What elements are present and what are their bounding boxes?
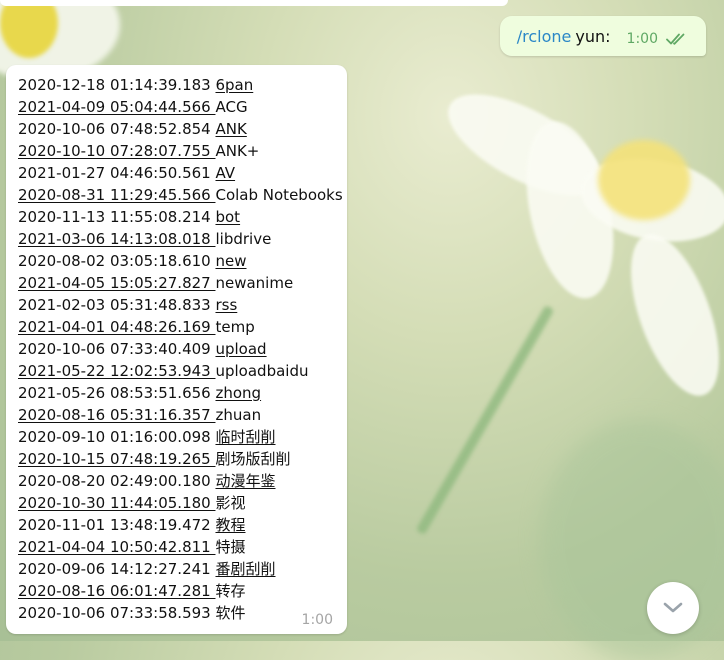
file-timestamp: 2021-02-03 05:31:48.833 — [18, 296, 216, 314]
file-name: zhuan — [215, 406, 262, 424]
file-timestamp[interactable]: 2020-10-15 07:48:19.265 — [18, 450, 215, 468]
file-name: Colab Notebooks — [215, 186, 343, 204]
file-name[interactable]: zhong — [215, 384, 261, 402]
file-name[interactable]: 番剧刮削 — [215, 560, 275, 578]
file-list-row: 2021-01-27 04:46:50.561 AV — [18, 162, 343, 184]
file-list-row: 2020-10-10 07:28:07.755 ANK+ — [18, 140, 343, 162]
file-name[interactable]: rss — [215, 296, 237, 314]
file-name[interactable]: new — [215, 252, 246, 270]
file-name: 特摄 — [215, 538, 246, 556]
file-timestamp: 2021-01-27 04:46:50.561 — [18, 164, 216, 182]
read-double-check-icon — [666, 32, 688, 46]
file-timestamp[interactable]: 2021-04-09 05:04:44.566 — [18, 98, 215, 116]
file-timestamp: 2020-10-06 07:48:52.854 — [18, 120, 216, 138]
message-time: 1:00 — [626, 31, 658, 47]
file-list-row: 2021-02-03 05:31:48.833 rss — [18, 294, 343, 316]
file-list-row: 2020-10-06 07:33:58.593 软件 — [18, 602, 343, 624]
file-timestamp[interactable]: 2021-04-05 15:05:27.827 — [18, 274, 215, 292]
outgoing-message: /rclone yun: 1:00 — [499, 16, 706, 56]
file-list-row: 2021-04-05 15:05:27.827 newanime — [18, 272, 343, 294]
file-list-row: 2020-10-30 11:44:05.180 影视 — [18, 492, 343, 514]
file-list-row: 2020-10-15 07:48:19.265 剧场版刮削 — [18, 448, 343, 470]
scroll-to-bottom-button[interactable] — [647, 582, 699, 634]
file-timestamp: 2020-08-20 02:49:00.180 — [18, 472, 216, 490]
file-timestamp: 2020-12-18 01:14:39.183 — [18, 76, 216, 94]
file-name[interactable]: AV — [215, 164, 235, 182]
file-timestamp[interactable]: 2021-04-04 10:50:42.811 — [18, 538, 215, 556]
file-timestamp: 2020-09-06 14:12:27.241 — [18, 560, 216, 578]
file-name: ACG — [215, 98, 248, 116]
message-time: 1:00 — [301, 612, 333, 628]
file-list: 2020-12-18 01:14:39.183 6pan 2021-04-09 0… — [18, 74, 343, 624]
file-name[interactable]: 教程 — [215, 516, 245, 534]
file-list-row: 2020-12-18 01:14:39.183 6pan — [18, 74, 343, 96]
message-text: yun: — [575, 26, 611, 46]
file-timestamp: 2020-11-01 13:48:19.472 — [18, 516, 216, 534]
file-name[interactable]: ANK — [215, 120, 246, 138]
file-timestamp[interactable]: 2020-08-31 11:29:45.566 — [18, 186, 215, 204]
file-list-row: 2020-08-16 06:01:47.281 转存 — [18, 580, 343, 602]
file-list-row: 2021-04-01 04:48:26.169 temp — [18, 316, 343, 338]
file-timestamp: 2021-05-26 08:53:51.656 — [18, 384, 216, 402]
file-timestamp[interactable]: 2020-10-30 11:44:05.180 — [18, 494, 215, 512]
file-timestamp: 2020-11-13 11:55:08.214 — [18, 208, 216, 226]
file-name[interactable]: upload — [215, 340, 266, 358]
file-list-row: 2020-08-16 05:31:16.357 zhuan — [18, 404, 343, 426]
file-timestamp[interactable]: 2021-05-22 12:02:53.943 — [18, 362, 215, 380]
file-name[interactable]: 临时刮削 — [215, 428, 275, 446]
file-timestamp: 2020-08-02 03:05:18.610 — [18, 252, 216, 270]
file-timestamp: 2020-10-06 07:33:58.593 — [18, 604, 216, 622]
command-link[interactable]: /rclone — [517, 27, 572, 46]
file-timestamp: 2020-10-06 07:33:40.409 — [18, 340, 216, 358]
file-timestamp[interactable]: 2021-04-01 04:48:26.169 — [18, 318, 215, 336]
file-name[interactable]: 6pan — [215, 76, 253, 94]
file-name: 软件 — [215, 604, 246, 622]
file-timestamp[interactable]: 2020-10-10 07:28:07.755 — [18, 142, 215, 160]
file-list-row: 2020-08-31 11:29:45.566 Colab Notebooks — [18, 184, 343, 206]
file-name: uploadbaidu — [215, 362, 309, 380]
file-list-row: 2021-04-09 05:04:44.566 ACG — [18, 96, 343, 118]
incoming-message: 2020-12-18 01:14:39.183 6pan 2021-04-09 0… — [6, 65, 347, 634]
file-list-row: 2020-08-20 02:49:00.180 动漫年鉴 — [18, 470, 343, 492]
file-list-row: 2020-09-10 01:16:00.098 临时刮削 — [18, 426, 343, 448]
file-name: temp — [215, 318, 255, 336]
file-timestamp: 2020-09-10 01:16:00.098 — [18, 428, 216, 446]
file-list-row: 2021-05-26 08:53:51.656 zhong — [18, 382, 343, 404]
file-name[interactable]: 动漫年鉴 — [215, 472, 275, 490]
file-timestamp[interactable]: 2020-08-16 06:01:47.281 — [18, 582, 215, 600]
previous-message-bubble — [0, 0, 508, 6]
file-list-row: 2021-05-22 12:02:53.943 uploadbaidu — [18, 360, 343, 382]
file-name[interactable]: bot — [215, 208, 240, 226]
file-list-row: 2020-11-13 11:55:08.214 bot — [18, 206, 343, 228]
file-name: 剧场版刮削 — [215, 450, 291, 468]
file-list-row: 2021-04-04 10:50:42.811 特摄 — [18, 536, 343, 558]
file-list-row: 2021-03-06 14:13:08.018 libdrive — [18, 228, 343, 250]
file-name: newanime — [215, 274, 294, 292]
file-list-row: 2020-11-01 13:48:19.472 教程 — [18, 514, 343, 536]
file-timestamp[interactable]: 2020-08-16 05:31:16.357 — [18, 406, 215, 424]
file-name: ANK+ — [215, 142, 260, 160]
file-list-row: 2020-08-02 03:05:18.610 new — [18, 250, 343, 272]
file-name: libdrive — [215, 230, 272, 248]
file-list-row: 2020-09-06 14:12:27.241 番剧刮削 — [18, 558, 343, 580]
chevron-down-icon — [662, 601, 684, 615]
file-name: 影视 — [215, 494, 246, 512]
file-list-row: 2020-10-06 07:33:40.409 upload — [18, 338, 343, 360]
file-name: 转存 — [215, 582, 246, 600]
file-list-row: 2020-10-06 07:48:52.854 ANK — [18, 118, 343, 140]
file-timestamp[interactable]: 2021-03-06 14:13:08.018 — [18, 230, 215, 248]
